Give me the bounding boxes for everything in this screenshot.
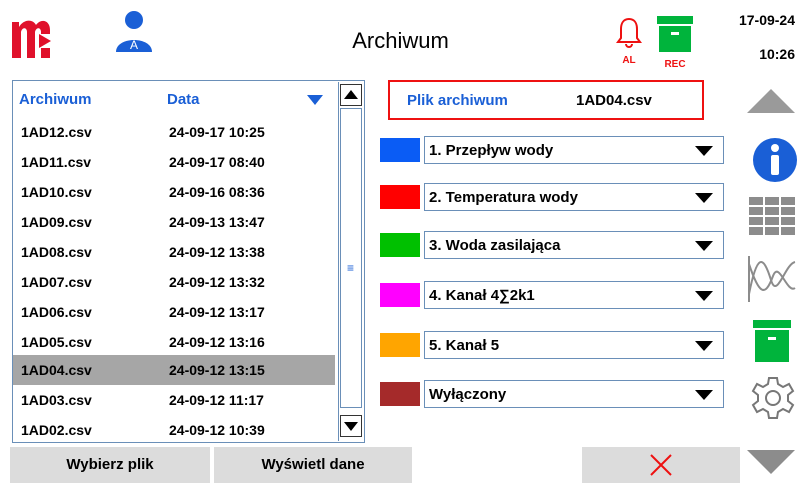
table-icon bbox=[749, 197, 795, 235]
channel-color-swatch[interactable] bbox=[380, 138, 420, 162]
info-button[interactable] bbox=[745, 136, 797, 184]
scrollbar[interactable]: ≡ bbox=[338, 82, 365, 441]
list-item[interactable]: 1AD10.csv 24-09-16 08:36 bbox=[13, 177, 335, 207]
channel-select-2[interactable]: 2. Temperatura wody bbox=[424, 183, 724, 211]
channel-row-2: 2. Temperatura wody bbox=[380, 183, 724, 213]
archive-file-list[interactable]: Archiwum Data 1AD12.csv 24-09-17 10:25 1A… bbox=[12, 80, 365, 443]
triangle-down-icon bbox=[747, 450, 795, 474]
gear-icon bbox=[751, 377, 795, 419]
dropdown-arrow-icon bbox=[695, 241, 713, 251]
list-item[interactable]: 1AD02.csv 24-09-12 10:39 bbox=[13, 415, 335, 445]
nav-up-button[interactable] bbox=[745, 86, 797, 116]
show-data-button[interactable]: Wyświetl dane bbox=[214, 447, 412, 483]
archive-file-value: 1AD04.csv bbox=[576, 92, 652, 109]
scroll-down-button[interactable] bbox=[340, 415, 362, 437]
settings-button[interactable] bbox=[745, 374, 797, 422]
dropdown-arrow-icon bbox=[695, 390, 713, 400]
archive-file-label: Plik archiwum bbox=[407, 92, 508, 109]
close-icon bbox=[650, 454, 672, 476]
alarm-button[interactable]: AL bbox=[612, 16, 646, 68]
channel-row-3: 3. Woda zasilająca bbox=[380, 231, 724, 261]
triangle-up-icon bbox=[344, 90, 358, 99]
channel-color-swatch[interactable] bbox=[380, 382, 420, 406]
list-item[interactable]: 1AD03.csv 24-09-12 11:17 bbox=[13, 385, 335, 415]
chart-view-button[interactable] bbox=[745, 254, 797, 304]
chart-icon bbox=[748, 256, 796, 302]
select-file-button[interactable]: Wybierz plik bbox=[10, 447, 210, 483]
sort-down-icon[interactable] bbox=[307, 95, 323, 105]
dropdown-arrow-icon bbox=[695, 146, 713, 156]
channel-row-5: 5. Kanał 5 bbox=[380, 331, 724, 361]
nav-down-button[interactable] bbox=[745, 446, 797, 478]
archive-box-icon bbox=[657, 16, 693, 52]
dropdown-arrow-icon bbox=[695, 193, 713, 203]
list-item[interactable]: 1AD11.csv 24-09-17 08:40 bbox=[13, 147, 335, 177]
triangle-up-icon bbox=[747, 89, 795, 113]
channel-color-swatch[interactable] bbox=[380, 185, 420, 209]
list-item-selected[interactable]: 1AD04.csv 24-09-12 13:15 bbox=[13, 355, 335, 385]
date-display: 17-09-24 bbox=[738, 12, 795, 28]
dropdown-arrow-icon bbox=[695, 291, 713, 301]
column-archive-header[interactable]: Archiwum bbox=[19, 91, 92, 108]
channel-row-6: Wyłączony bbox=[380, 380, 724, 410]
grip-icon: ≡ bbox=[347, 261, 355, 275]
archive-file-box: Plik archiwum 1AD04.csv bbox=[388, 80, 704, 120]
info-icon bbox=[753, 138, 797, 182]
channel-select-5[interactable]: 5. Kanał 5 bbox=[424, 331, 724, 359]
archive-box-icon bbox=[753, 320, 791, 362]
archive-button[interactable] bbox=[745, 318, 797, 364]
rec-label: REC bbox=[664, 59, 686, 70]
dropdown-arrow-icon bbox=[695, 341, 713, 351]
channel-select-6[interactable]: Wyłączony bbox=[424, 380, 724, 408]
channel-color-swatch[interactable] bbox=[380, 233, 420, 257]
list-header[interactable]: Archiwum Data bbox=[13, 81, 333, 113]
time-display: 10:26 bbox=[759, 46, 795, 62]
channel-color-swatch[interactable] bbox=[380, 333, 420, 357]
list-item[interactable]: 1AD05.csv 24-09-12 13:16 bbox=[13, 327, 335, 357]
channel-select-1[interactable]: 1. Przepływ wody bbox=[424, 136, 724, 164]
channel-select-4[interactable]: 4. Kanał 4∑2k1 bbox=[424, 281, 724, 309]
bell-icon bbox=[616, 17, 642, 48]
list-item[interactable]: 1AD07.csv 24-09-12 13:32 bbox=[13, 267, 335, 297]
list-item[interactable]: 1AD09.csv 24-09-13 13:47 bbox=[13, 207, 335, 237]
channel-select-3[interactable]: 3. Woda zasilająca bbox=[424, 231, 724, 259]
table-view-button[interactable] bbox=[745, 193, 797, 239]
scrollbar-thumb[interactable]: ≡ bbox=[340, 108, 362, 408]
channel-row-4: 4. Kanał 4∑2k1 bbox=[380, 281, 724, 311]
list-item[interactable]: 1AD08.csv 24-09-12 13:38 bbox=[13, 237, 335, 267]
list-item[interactable]: 1AD12.csv 24-09-17 10:25 bbox=[13, 117, 335, 147]
close-button[interactable] bbox=[582, 447, 740, 483]
scroll-up-button[interactable] bbox=[340, 84, 362, 106]
alarm-label: AL bbox=[622, 55, 636, 66]
triangle-down-icon bbox=[344, 422, 358, 431]
channel-color-swatch[interactable] bbox=[380, 283, 420, 307]
channel-row-1: 1. Przepływ wody bbox=[380, 136, 724, 166]
rec-button[interactable]: REC bbox=[654, 14, 696, 70]
column-date-header[interactable]: Data bbox=[167, 91, 200, 108]
list-item[interactable]: 1AD06.csv 24-09-12 13:17 bbox=[13, 297, 335, 327]
